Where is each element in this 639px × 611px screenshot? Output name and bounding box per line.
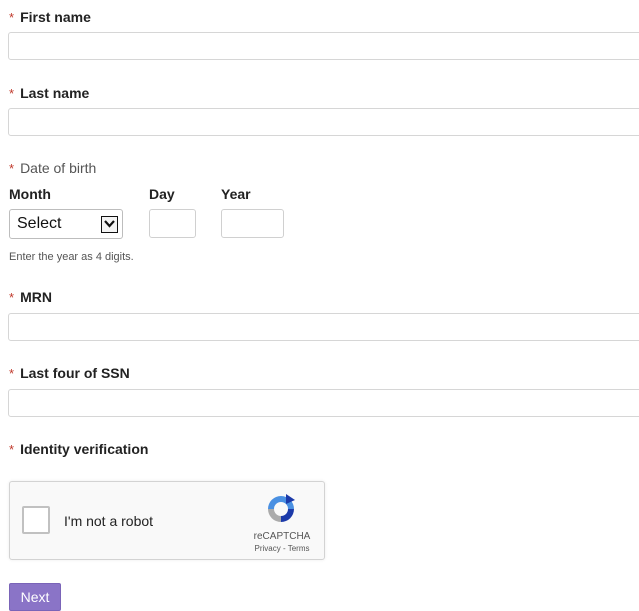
identity-verification-label: * Identity verification xyxy=(9,441,149,457)
month-select[interactable]: Select xyxy=(9,209,123,239)
date-of-birth-label: * Date of birth xyxy=(9,160,97,176)
chevron-down-icon[interactable] xyxy=(101,215,118,233)
year-hint: Enter the year as 4 digits. xyxy=(9,251,134,263)
next-button[interactable]: Next xyxy=(9,583,61,611)
required-marker: * xyxy=(9,442,15,457)
year-label: Year xyxy=(221,186,251,202)
required-marker: * xyxy=(9,366,15,381)
required-marker: * xyxy=(9,10,15,25)
day-label: Day xyxy=(149,186,175,202)
mrn-input[interactable] xyxy=(8,313,639,341)
recaptcha-widget: I'm not a robot reCAPTCHA Privacy - Term… xyxy=(9,481,325,560)
year-input[interactable] xyxy=(221,209,284,238)
ssn-label: * Last four of SSN xyxy=(9,365,130,381)
month-select-value: Select xyxy=(17,215,62,232)
recaptcha-label: I'm not a robot xyxy=(64,513,154,529)
month-label: Month xyxy=(9,186,51,202)
last-name-label: * Last name xyxy=(9,85,90,101)
recaptcha-links[interactable]: Privacy - Terms xyxy=(250,544,314,553)
required-marker: * xyxy=(9,290,15,305)
required-marker: * xyxy=(9,161,15,176)
recaptcha-logo-icon xyxy=(264,492,298,526)
day-input[interactable] xyxy=(149,209,196,238)
required-marker: * xyxy=(9,86,15,101)
recaptcha-checkbox[interactable] xyxy=(22,506,50,534)
ssn-input[interactable] xyxy=(8,389,639,417)
first-name-input[interactable] xyxy=(8,32,639,60)
first-name-label: * First name xyxy=(9,9,91,25)
last-name-input[interactable] xyxy=(8,108,639,136)
recaptcha-brand: reCAPTCHA xyxy=(253,531,311,542)
mrn-label: * MRN xyxy=(9,289,52,305)
